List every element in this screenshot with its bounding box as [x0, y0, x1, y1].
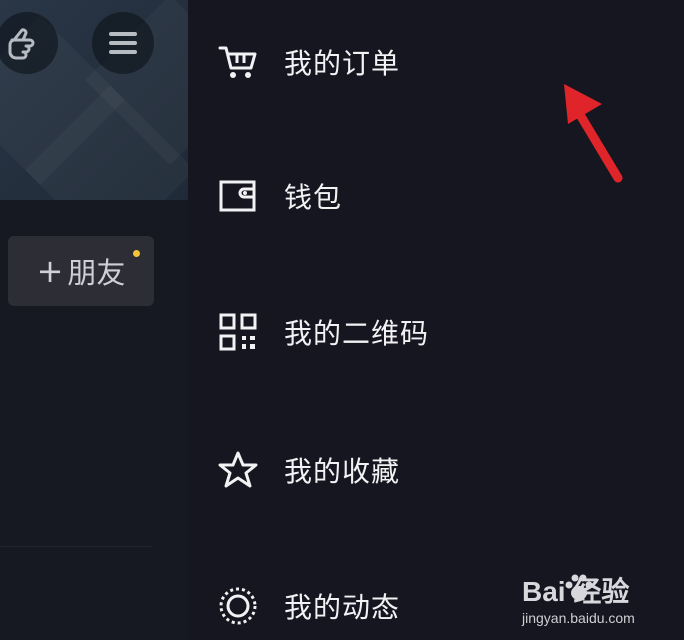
hand-pointer-icon [8, 28, 35, 60]
plus-icon: + [36, 252, 64, 290]
menu-item-qr-code[interactable]: 我的二维码 [218, 300, 638, 364]
baidu-watermark: Bai 经验 jingyan.baidu.com [522, 570, 682, 636]
hamburger-menu-icon [109, 32, 137, 54]
add-friend-label: 朋友 [67, 256, 126, 290]
menu-button[interactable] [92, 12, 154, 74]
menu-item-label: 我的订单 [284, 47, 401, 80]
add-friend-button[interactable]: + 朋友 [8, 236, 154, 306]
divider [0, 546, 152, 547]
activity-ring-icon [218, 586, 258, 626]
notification-dot [133, 250, 140, 257]
menu-item-label: 我的动态 [284, 591, 401, 624]
paw-logo-icon [565, 574, 593, 600]
menu-item-label: 我的收藏 [284, 455, 401, 488]
qr-code-icon [218, 312, 258, 352]
watermark-url: jingyan.baidu.com [522, 610, 635, 626]
menu-item-label: 我的二维码 [284, 317, 430, 350]
side-drawer-menu: 我的订单 钱包 我的二维码 我的收藏 我的动态 Bai 经验 jingyan.b… [188, 0, 684, 640]
menu-item-favorites[interactable]: 我的收藏 [218, 438, 638, 502]
cart-icon [218, 42, 258, 82]
star-icon [218, 450, 258, 490]
profile-background-pane: + 朋友 [0, 0, 188, 640]
annotation-arrow-icon [564, 84, 623, 183]
menu-item-label: 钱包 [284, 181, 343, 214]
wallet-icon [218, 176, 258, 216]
